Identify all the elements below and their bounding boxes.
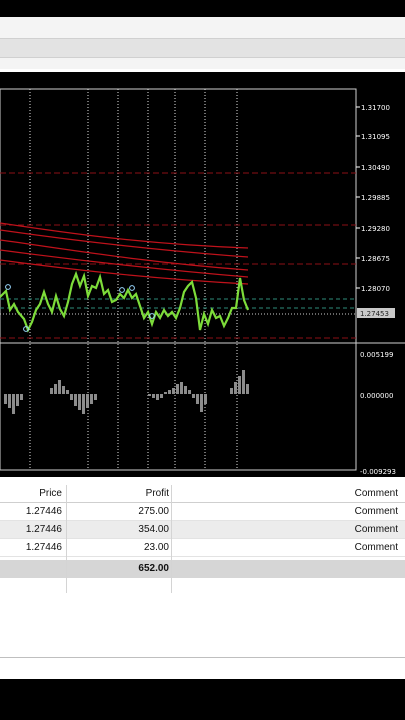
trade-marker <box>119 287 125 293</box>
indicator-bar <box>50 388 53 394</box>
indicator-bar <box>230 388 233 394</box>
price-tick-label: 1.28070 <box>361 285 390 293</box>
price-tick-label: 1.31700 <box>361 104 390 112</box>
indicator-bar <box>172 388 175 394</box>
table-row[interactable]: 1.27446 354.00 Comment <box>0 521 405 539</box>
terminal-window: 1.31700 1.31095 1.30490 1.29885 1.29280 1.286… <box>0 17 405 679</box>
row-profit: 354.00 <box>138 524 169 535</box>
toolbar-field[interactable] <box>0 38 405 58</box>
price-chart[interactable]: 1.31700 1.31095 1.30490 1.29885 1.29280 1.286… <box>0 72 405 477</box>
trade-marker <box>5 284 11 290</box>
column-divider <box>66 485 67 593</box>
indicator-bar <box>156 394 159 400</box>
header-profit[interactable]: Profit <box>70 488 169 499</box>
indicator-bar <box>78 394 81 410</box>
price-tick-label: 1.29885 <box>361 194 390 202</box>
indicator-bar <box>62 386 65 394</box>
indicator-bar <box>8 394 11 408</box>
current-price-label: 1.27453 <box>360 310 389 318</box>
row-comment: Comment <box>354 542 398 553</box>
moving-average-line <box>0 229 249 258</box>
indicator-bar <box>192 394 195 398</box>
indicator-bar <box>238 376 241 394</box>
indicator-tick-label: -0.009293 <box>360 468 396 476</box>
indicator-bar <box>242 370 245 394</box>
table-row[interactable]: 1.27446 23.00 Comment <box>0 539 405 557</box>
row-price: 1.27446 <box>25 542 62 553</box>
indicator-bar <box>204 394 207 404</box>
row-profit: 23.00 <box>143 542 169 553</box>
indicator-bar <box>16 394 19 406</box>
column-divider <box>171 485 172 593</box>
indicator-bar <box>86 394 89 408</box>
indicator-bar <box>188 390 191 394</box>
indicator-bar <box>152 394 155 398</box>
divider <box>0 657 405 658</box>
indicator-bar <box>200 394 203 412</box>
indicator-tick-label: 0.005199 <box>360 351 393 359</box>
indicator-bar <box>20 394 23 400</box>
indicator-bar <box>58 380 61 394</box>
row-profit: 275.00 <box>138 506 169 517</box>
indicator-bar <box>234 382 237 394</box>
price-tick-label: 1.29280 <box>361 225 390 233</box>
total-profit: 652.00 <box>138 563 169 574</box>
chart-canvas[interactable]: 1.31700 1.31095 1.30490 1.29885 1.29280 1.286… <box>0 72 405 477</box>
price-tick-label: 1.31095 <box>361 133 390 141</box>
indicator-bar <box>82 394 85 414</box>
table-header: Price Profit Comment <box>0 485 405 503</box>
indicator-bar <box>168 390 171 394</box>
indicator-bar <box>196 394 199 404</box>
indicator-bar <box>164 392 167 394</box>
row-price: 1.27446 <box>25 506 62 517</box>
indicator-bar <box>180 382 183 394</box>
row-price: 1.27446 <box>25 524 62 535</box>
header-price[interactable]: Price <box>0 488 62 499</box>
table-row[interactable]: 1.27446 275.00 Comment <box>0 503 405 521</box>
indicator-tick-label: 0.000000 <box>360 392 393 400</box>
row-comment: Comment <box>354 506 398 517</box>
indicator-bar <box>246 384 249 394</box>
price-tick-label: 1.30490 <box>361 164 390 172</box>
indicator-bar <box>74 394 77 406</box>
price-line <box>0 270 250 333</box>
toolbar <box>0 17 405 69</box>
indicator-bar <box>184 386 187 394</box>
total-row: 652.00 <box>0 560 405 578</box>
indicator-bar <box>94 394 97 400</box>
price-tick-label: 1.28675 <box>361 255 390 263</box>
indicator-bar <box>148 394 151 396</box>
indicator-bar <box>12 394 15 414</box>
indicator-bar <box>90 394 93 404</box>
indicator-bar <box>54 384 57 394</box>
indicator-bar <box>160 394 163 398</box>
empty-panel <box>0 613 405 679</box>
indicator-bar <box>4 394 7 404</box>
trade-table: Price Profit Comment 1.27446 275.00 Comm… <box>0 485 405 613</box>
row-comment: Comment <box>354 524 398 535</box>
indicator-bar <box>176 384 179 394</box>
indicator-bar <box>66 390 69 394</box>
trade-marker <box>129 285 135 291</box>
indicator-bar <box>70 394 73 400</box>
header-comment[interactable]: Comment <box>175 488 398 499</box>
